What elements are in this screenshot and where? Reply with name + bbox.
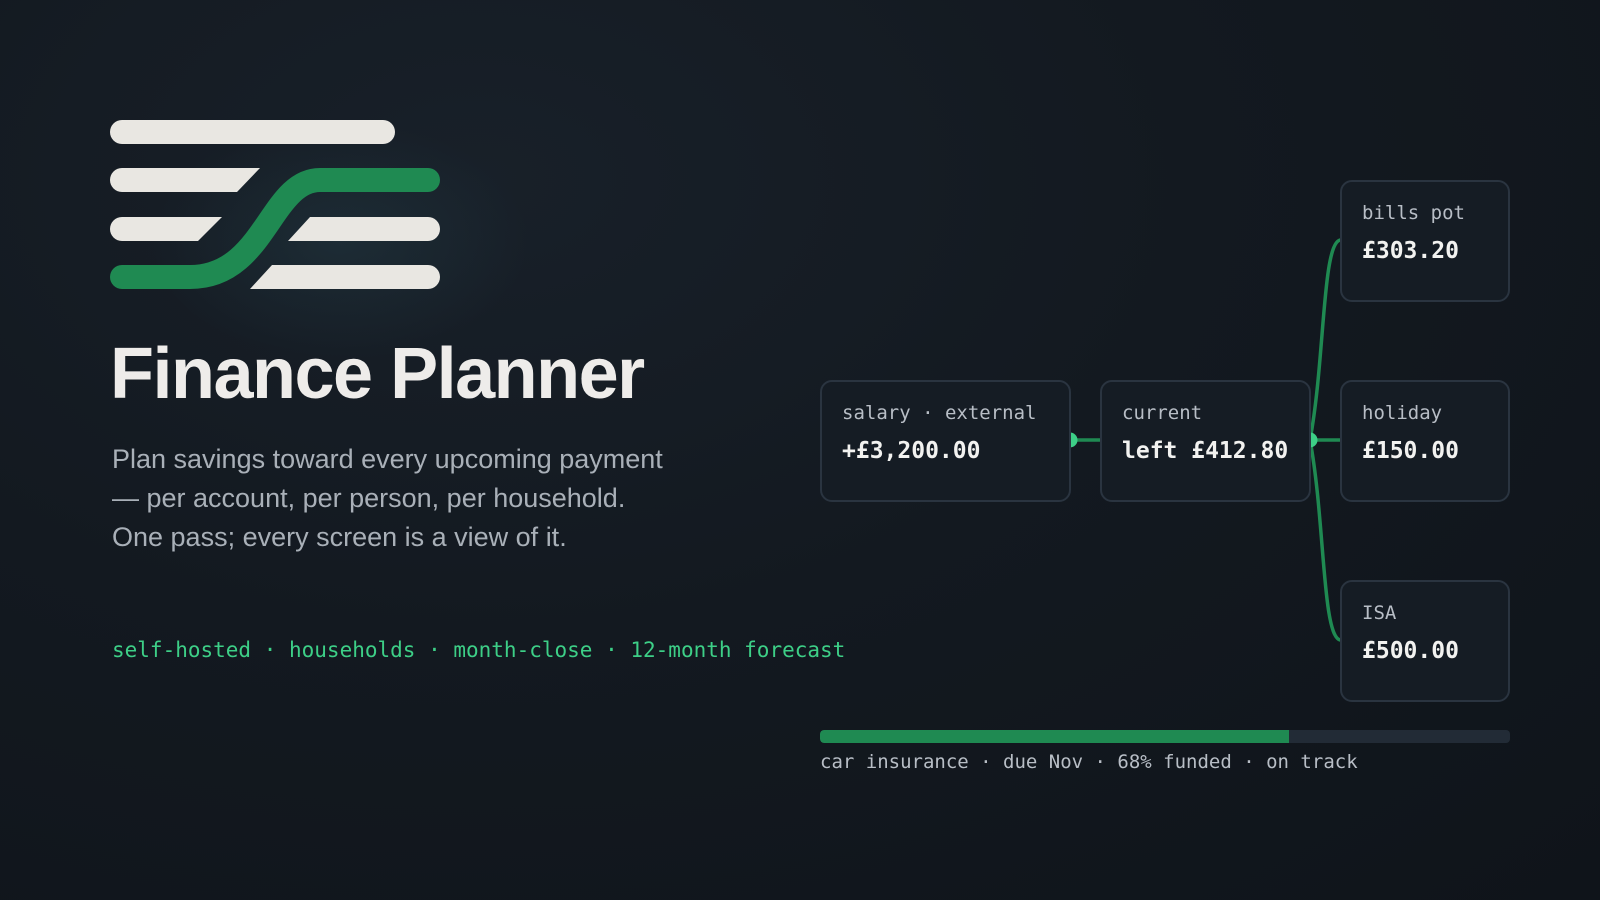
current-account-node: current left £412.80 (1100, 380, 1311, 502)
salary-source-amount: +£3,200.00 (842, 438, 981, 464)
holiday-pot-amount: £150.00 (1362, 438, 1459, 464)
goal-caption: car insurance · due Nov · 68% funded · o… (820, 751, 1358, 773)
current-account-label: current (1122, 402, 1203, 424)
current-account-amount: left £412.80 (1122, 438, 1289, 464)
connector-to-isa (1308, 438, 1342, 642)
holiday-pot-label: holiday (1362, 402, 1443, 424)
isa-pot-amount: £500.00 (1362, 638, 1459, 664)
isa-pot-node: ISA £500.00 (1340, 580, 1510, 702)
isa-pot-label: ISA (1362, 602, 1397, 624)
salary-source-node: salary · external +£3,200.00 (820, 380, 1071, 502)
goal-progress-bar (820, 730, 1510, 743)
bills-pot-label: bills pot (1362, 202, 1465, 224)
bills-pot-amount: £303.20 (1362, 238, 1459, 264)
bills-pot-node: bills pot £303.20 (1340, 180, 1510, 302)
connector-to-bills-pot (1308, 238, 1342, 442)
goal-progress-fill (820, 730, 1290, 743)
salary-source-label: salary · external (842, 402, 1037, 424)
holiday-pot-node: holiday £150.00 (1340, 380, 1510, 502)
